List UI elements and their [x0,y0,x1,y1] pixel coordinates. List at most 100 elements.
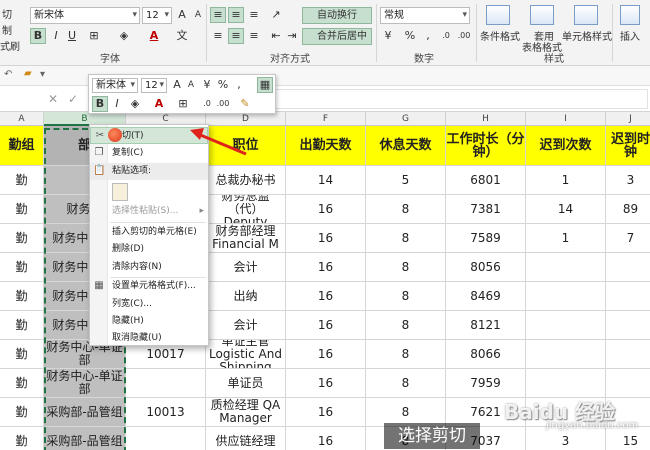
insert-button[interactable]: 插入 [620,28,640,43]
cell-i[interactable] [526,311,606,340]
cell-h[interactable]: 8066 [446,340,526,369]
conditional-format-icon[interactable] [486,5,510,25]
cell-h[interactable]: 6801 [446,166,526,195]
cell-a[interactable]: 勤 [0,224,44,253]
header-cell-rest-days[interactable]: 休息天数 [366,126,446,166]
cell-a[interactable]: 勤 [0,282,44,311]
cell-h[interactable]: 8469 [446,282,526,311]
cell-style-button[interactable]: 单元格样式 [562,28,612,43]
cell-f[interactable]: 16 [286,398,366,427]
cell-d[interactable]: 质检经理 QA Manager [206,398,286,427]
paste-button[interactable] [112,183,128,201]
mini-currency-icon[interactable]: ¥ [199,77,215,93]
menu-item-format-cells[interactable]: ▦ 设置单元格格式(F)... [90,278,208,295]
mini-decrease-decimal-icon[interactable]: .00 [215,96,231,112]
cell-i[interactable]: 1 [526,166,606,195]
header-cell-late-minutes[interactable]: 迟到时钟 [606,126,650,166]
mini-fill-color-icon[interactable]: ◈ [127,96,143,112]
font-name-select[interactable]: 新宋体 [30,7,140,24]
cell-d[interactable]: 供应链经理 [206,427,286,450]
cell-d[interactable]: 会计 [206,311,286,340]
header-cell-late-count[interactable]: 迟到次数 [526,126,606,166]
open-folder-icon[interactable]: ▰ [24,68,32,79]
cell-f[interactable]: 16 [286,369,366,398]
cell-j[interactable]: 7 [606,224,650,253]
number-format-select[interactable]: 常规 [380,7,470,24]
border-icon[interactable]: ⊞ [86,28,102,44]
col-header-a[interactable]: A [0,112,44,126]
cell-i[interactable] [526,282,606,311]
cell-d[interactable]: 财务部经理 Financial M [206,224,286,253]
col-header-h[interactable]: H [446,112,526,126]
font-size-select[interactable]: 12 [142,7,172,24]
header-cell-group[interactable]: 勤组 [0,126,44,166]
align-right-icon[interactable]: ≡ [246,28,262,44]
cell-f[interactable]: 16 [286,224,366,253]
conditional-format-button[interactable]: 条件格式 [480,28,520,43]
menu-item-delete[interactable]: 删除(D) [90,241,208,258]
cell-g[interactable]: 8 [366,253,446,282]
menu-item-copy[interactable]: ❐ 复制(C) [90,145,208,162]
cell-j[interactable] [606,340,650,369]
align-top-icon[interactable]: ≡ [210,7,226,23]
align-middle-icon[interactable]: ≡ [228,7,244,23]
cell-d[interactable]: 会计 [206,253,286,282]
menu-item-column-width[interactable]: 列宽(C)... [90,296,208,313]
cell-g[interactable]: 5 [366,166,446,195]
cell-f[interactable]: 16 [286,311,366,340]
table-format-icon[interactable] [530,5,554,25]
align-left-icon[interactable]: ≡ [210,28,226,44]
cell-b[interactable]: 采购部-品管组 [44,427,126,450]
indent-increase-icon[interactable]: ⇥ [284,28,300,44]
col-header-i[interactable]: I [526,112,606,126]
cell-a[interactable]: 勤 [0,427,44,450]
phonetic-icon[interactable]: 文 [174,28,190,44]
cell-g[interactable]: 8 [366,369,446,398]
cell-a[interactable]: 勤 [0,166,44,195]
cell-g[interactable]: 8 [366,311,446,340]
cell-j[interactable]: 3 [606,166,650,195]
mini-format-painter-icon[interactable]: ✎ [237,96,253,112]
cell-i[interactable] [526,253,606,282]
orientation-icon[interactable]: ↗ [268,7,284,23]
grow-font-icon[interactable]: A [174,7,190,23]
align-bottom-icon[interactable]: ≡ [246,7,262,23]
cell-f[interactable]: 16 [286,427,366,450]
cell-a[interactable]: 勤 [0,369,44,398]
cell-d[interactable]: 单证主管 Logistic And Shipping [206,340,286,369]
qat-dropdown-icon[interactable]: ▾ [40,69,45,80]
align-center-icon[interactable]: ≡ [228,28,244,44]
cell-style-icon[interactable] [574,5,598,25]
mini-italic-button[interactable]: I [109,96,125,112]
insert-icon[interactable] [620,5,640,25]
decrease-decimal-icon[interactable]: .00 [456,28,472,44]
cell-a[interactable]: 勤 [0,253,44,282]
italic-button[interactable]: I [48,28,64,44]
indent-decrease-icon[interactable]: ⇤ [268,28,284,44]
cell-h[interactable]: 8121 [446,311,526,340]
copy-button[interactable]: 制 [2,22,12,37]
format-painter-button[interactable]: 式刷 [0,38,20,53]
bold-button[interactable]: B [30,28,46,44]
cell-h[interactable]: 7381 [446,195,526,224]
header-cell-position[interactable]: 职位 [206,126,286,166]
cell-g[interactable]: 8 [366,195,446,224]
cell-j[interactable] [606,282,650,311]
comma-button[interactable]: , [420,28,436,44]
shrink-font-icon[interactable]: A [190,7,206,23]
cell-j[interactable] [606,369,650,398]
formula-enter-icon[interactable]: ✓ [68,92,78,106]
font-color-icon[interactable]: A [146,28,162,44]
header-cell-attendance-days[interactable]: 出勤天数 [286,126,366,166]
cell-d[interactable]: 单证员 [206,369,286,398]
fill-color-icon[interactable]: ◈ [116,28,132,44]
cell-g[interactable]: 8 [366,224,446,253]
mini-border-icon[interactable]: ⊞ [175,96,191,112]
col-header-f[interactable]: F [286,112,366,126]
cell-h[interactable]: 8056 [446,253,526,282]
menu-item-insert-copied[interactable]: 插入剪切的单元格(E) [90,224,208,241]
col-header-g[interactable]: G [366,112,446,126]
cell-d[interactable]: 出纳 [206,282,286,311]
col-header-j[interactable]: J [606,112,650,126]
menu-item-paste-special[interactable]: 选择性粘贴(S)... ▸ [90,203,208,220]
